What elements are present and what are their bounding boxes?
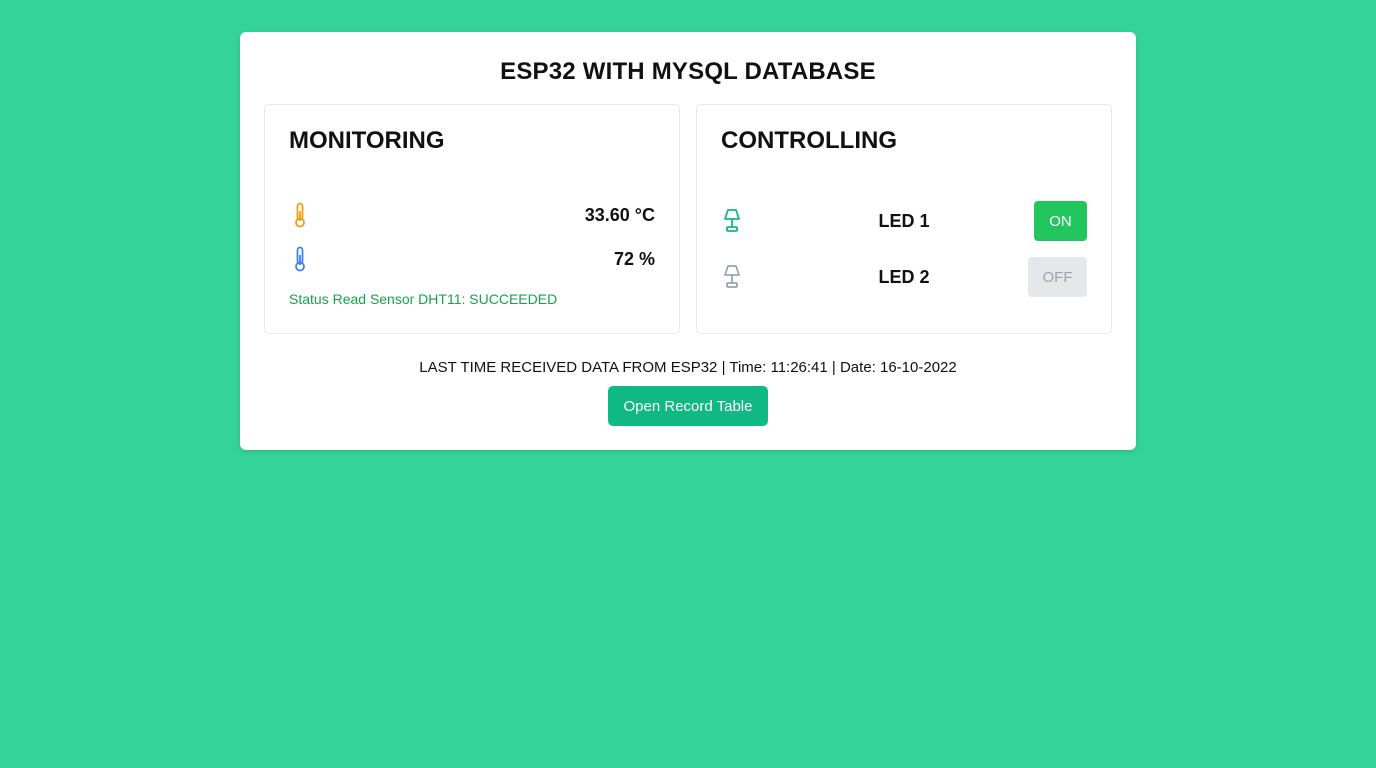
thermometer-icon — [289, 245, 311, 273]
main-card: ESP32 WITH MYSQL DATABASE MONITORING 33.… — [240, 32, 1136, 450]
led-2-row: LED 2 OFF — [721, 257, 1087, 297]
led-1-toggle-button[interactable]: ON — [1034, 201, 1087, 241]
led-1-row: LED 1 ON — [721, 201, 1087, 241]
humidity-value: 72 % — [613, 248, 655, 269]
thermometer-icon — [289, 201, 311, 229]
open-record-table-button[interactable]: Open Record Table — [608, 386, 768, 426]
controlling-panel: CONTROLLING LED 1 ON LED 2 OFF — [696, 104, 1112, 334]
lamp-icon — [721, 263, 743, 291]
temperature-row: 33.60 °C — [289, 200, 655, 230]
led-1-label: LED 1 — [878, 210, 930, 231]
led-2-toggle-button[interactable]: OFF — [1028, 257, 1087, 297]
sensor-status: Status Read Sensor DHT11: SUCCEEDED — [289, 291, 558, 307]
monitoring-title: MONITORING — [289, 127, 445, 154]
temperature-value: 33.60 °C — [584, 204, 655, 225]
lamp-icon — [721, 207, 743, 235]
last-received-info: LAST TIME RECEIVED DATA FROM ESP32 | Tim… — [419, 359, 957, 376]
page-title: ESP32 WITH MYSQL DATABASE — [500, 58, 876, 85]
monitoring-panel: MONITORING 33.60 °C 72 % Status Read Sen… — [264, 104, 680, 334]
controlling-title: CONTROLLING — [721, 127, 897, 154]
humidity-row: 72 % — [289, 244, 655, 274]
